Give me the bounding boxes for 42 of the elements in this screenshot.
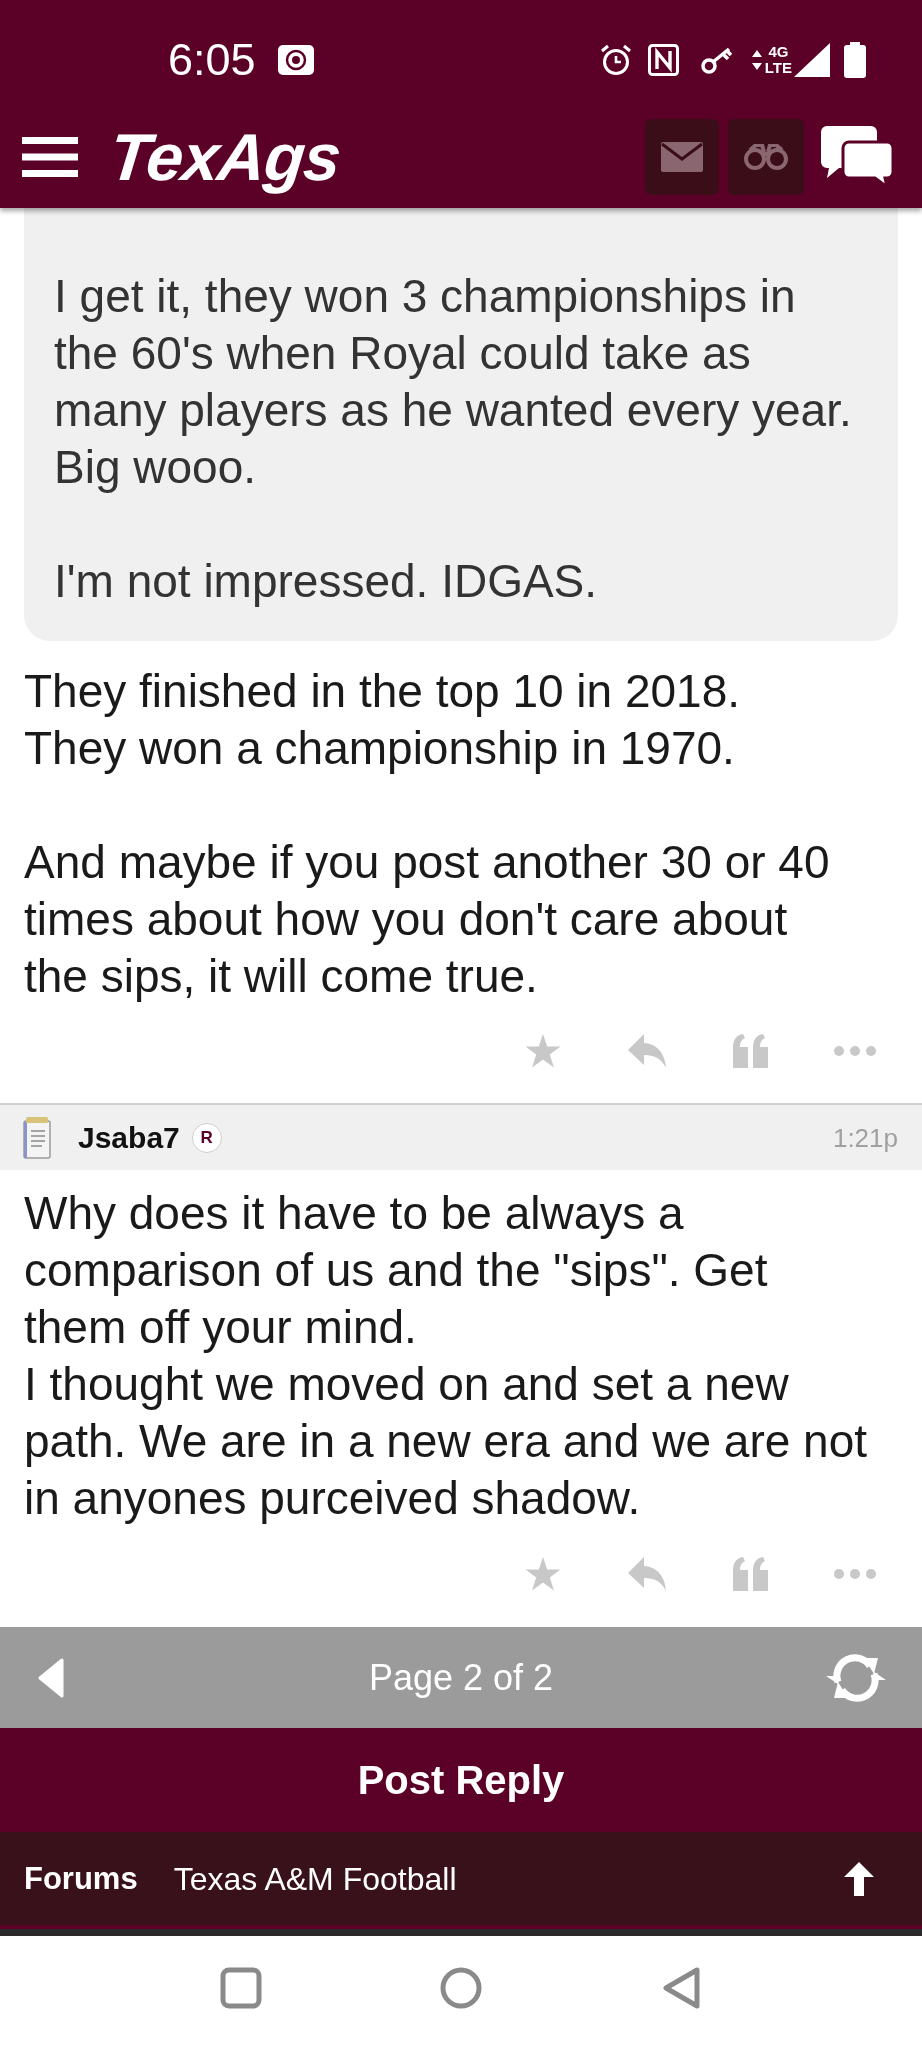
star-icon[interactable] (525, 1034, 561, 1068)
user-badge: R (191, 1122, 222, 1153)
signal-icon (794, 42, 830, 77)
post-text: Why does it have to be always a comparison of us and the "sips". Get them off your mind. I thought we moved on and set a new path. We are in a new era and we are not in anyones purceived shadow. (24, 1186, 868, 1526)
more-icon[interactable] (834, 1568, 876, 1579)
reply-icon[interactable] (628, 1034, 666, 1068)
key-icon (700, 45, 733, 74)
forums-link[interactable]: Forums (24, 1863, 138, 1894)
battery-icon (844, 41, 866, 78)
back-arrow-icon[interactable] (38, 1657, 64, 1698)
envelope-icon (661, 141, 703, 172)
post-text: They finished in the top 10 in 2018. They won a championship in 1970. (24, 664, 742, 776)
screen-record-icon (277, 44, 314, 75)
alarm-icon (599, 43, 632, 76)
quote-text: I get it, they won 3 championships in the 60's when Royal could take as many players as he wanted every year. Big wooo. (54, 269, 853, 495)
refresh-icon[interactable] (826, 1653, 886, 1702)
post-text: And maybe if you post another 30 or 40 times about how you don't care about the sips, it will come true. (24, 835, 831, 1004)
network-type-text: 4G (768, 43, 789, 60)
post-time: 1:21p (832, 1124, 898, 1151)
recents-icon[interactable] (220, 1967, 262, 2009)
binoculars-icon (744, 143, 788, 170)
reply-icon[interactable] (628, 1556, 666, 1591)
quote-icon[interactable] (733, 1556, 769, 1591)
home-icon[interactable] (440, 1967, 482, 2009)
status-time: 6:05 (168, 37, 256, 82)
nfc-icon (647, 43, 679, 76)
data-arrows-icon (750, 48, 763, 71)
page-label: Page 2 of 2 (368, 1659, 554, 1696)
network-type-text: LTE (764, 59, 792, 76)
up-arrow-icon[interactable] (844, 1861, 874, 1896)
post-reply-button[interactable]: Post Reply (0, 1728, 922, 1832)
quote-text: I'm not impressed. IDGAS. (54, 554, 599, 609)
quote-icon[interactable] (733, 1034, 769, 1068)
back-icon[interactable] (662, 1966, 702, 2010)
username[interactable]: Jsaba7 (78, 1122, 180, 1153)
notepad-icon (22, 1116, 52, 1159)
star-icon[interactable] (525, 1556, 561, 1591)
forum-link[interactable]: Texas A&M Football (173, 1862, 457, 1895)
mail-button[interactable] (645, 118, 719, 195)
binoculars-button[interactable] (728, 118, 804, 195)
menu-icon[interactable] (22, 136, 78, 177)
more-icon[interactable] (834, 1046, 876, 1056)
